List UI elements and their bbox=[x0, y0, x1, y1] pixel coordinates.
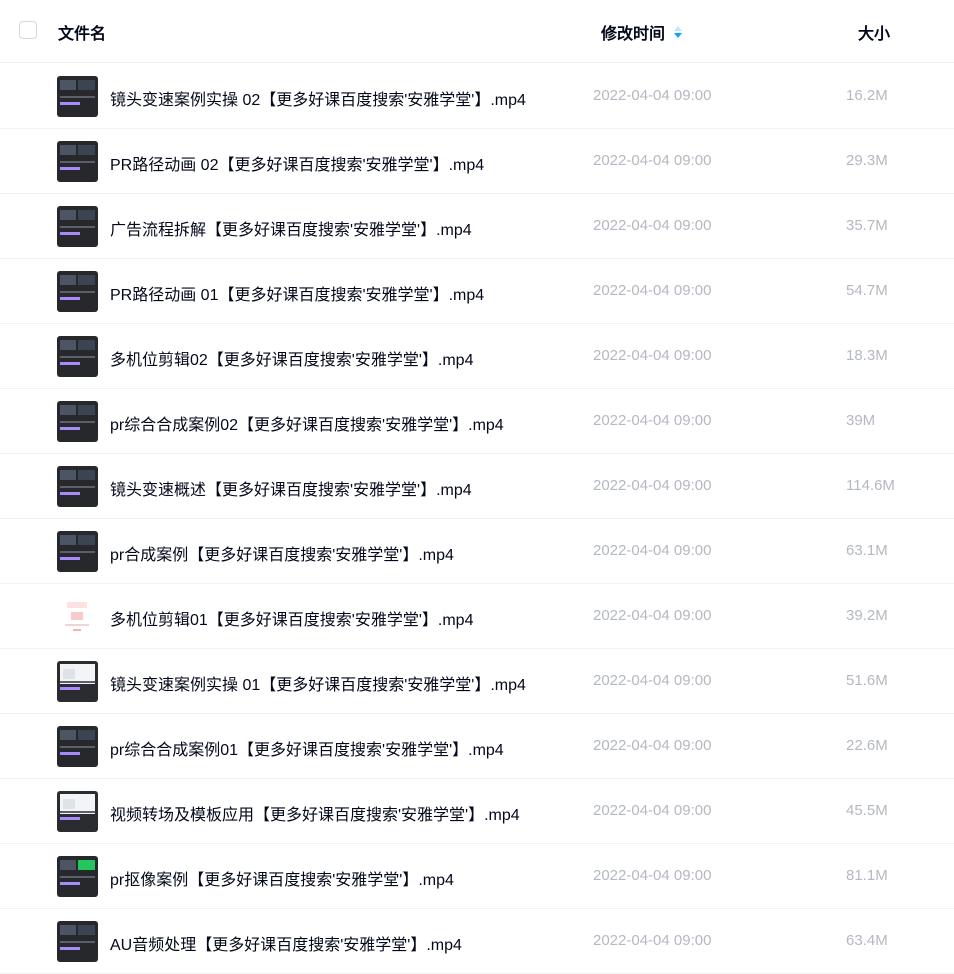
file-modified-time: 2022-04-04 09:00 bbox=[593, 932, 712, 949]
file-size: 114.6M bbox=[846, 477, 895, 494]
file-modified-time: 2022-04-04 09:00 bbox=[593, 867, 712, 884]
select-all-checkbox[interactable] bbox=[19, 21, 37, 39]
video-thumbnail bbox=[57, 141, 98, 182]
sort-updown-icon[interactable] bbox=[673, 25, 683, 39]
file-row[interactable]: 镜头变速概述【更多好课百度搜索'安雅学堂'】.mp4 2022-04-04 09… bbox=[0, 454, 954, 519]
video-thumbnail bbox=[57, 921, 98, 962]
file-modified-time: 2022-04-04 09:00 bbox=[593, 217, 712, 234]
file-row[interactable]: PR路径动画 01【更多好课百度搜索'安雅学堂'】.mp4 2022-04-04… bbox=[0, 259, 954, 324]
file-name[interactable]: pr综合合成案例01【更多好课百度搜索'安雅学堂'】.mp4 bbox=[110, 736, 504, 760]
video-thumbnail bbox=[57, 336, 98, 377]
file-row[interactable]: PR路径动画 02【更多好课百度搜索'安雅学堂'】.mp4 2022-04-04… bbox=[0, 129, 954, 194]
column-header-modified-time[interactable]: 修改时间 bbox=[601, 20, 665, 44]
file-name[interactable]: 视频转场及模板应用【更多好课百度搜索'安雅学堂'】.mp4 bbox=[110, 801, 520, 825]
file-size: 63.1M bbox=[846, 542, 888, 559]
file-list: 镜头变速案例实操 02【更多好课百度搜索'安雅学堂'】.mp4 2022-04-… bbox=[0, 64, 954, 974]
file-size: 39.2M bbox=[846, 607, 888, 624]
file-size: 18.3M bbox=[846, 347, 888, 364]
file-modified-time: 2022-04-04 09:00 bbox=[593, 477, 712, 494]
video-thumbnail bbox=[57, 466, 98, 507]
file-name[interactable]: 多机位剪辑01【更多好课百度搜索'安雅学堂'】.mp4 bbox=[110, 606, 473, 630]
video-thumbnail bbox=[57, 206, 98, 247]
file-name[interactable]: PR路径动画 01【更多好课百度搜索'安雅学堂'】.mp4 bbox=[110, 281, 484, 305]
file-modified-time: 2022-04-04 09:00 bbox=[593, 87, 712, 104]
file-modified-time: 2022-04-04 09:00 bbox=[593, 672, 712, 689]
file-row[interactable]: 镜头变速案例实操 02【更多好课百度搜索'安雅学堂'】.mp4 2022-04-… bbox=[0, 64, 954, 129]
file-row[interactable]: pr综合合成案例02【更多好课百度搜索'安雅学堂'】.mp4 2022-04-0… bbox=[0, 389, 954, 454]
file-name[interactable]: 广告流程拆解【更多好课百度搜索'安雅学堂'】.mp4 bbox=[110, 216, 472, 240]
column-header-filename[interactable]: 文件名 bbox=[58, 20, 106, 44]
file-name[interactable]: pr综合合成案例02【更多好课百度搜索'安雅学堂'】.mp4 bbox=[110, 411, 504, 435]
file-row[interactable]: 多机位剪辑01【更多好课百度搜索'安雅学堂'】.mp4 2022-04-04 0… bbox=[0, 584, 954, 649]
file-modified-time: 2022-04-04 09:00 bbox=[593, 347, 712, 364]
file-row[interactable]: 多机位剪辑02【更多好课百度搜索'安雅学堂'】.mp4 2022-04-04 0… bbox=[0, 324, 954, 389]
file-size: 45.5M bbox=[846, 802, 888, 819]
file-row[interactable]: 广告流程拆解【更多好课百度搜索'安雅学堂'】.mp4 2022-04-04 09… bbox=[0, 194, 954, 259]
file-size: 81.1M bbox=[846, 867, 888, 884]
file-name[interactable]: pr抠像案例【更多好课百度搜索'安雅学堂'】.mp4 bbox=[110, 866, 454, 890]
file-name[interactable]: 镜头变速案例实操 01【更多好课百度搜索'安雅学堂'】.mp4 bbox=[110, 671, 526, 695]
file-size: 35.7M bbox=[846, 217, 888, 234]
file-modified-time: 2022-04-04 09:00 bbox=[593, 542, 712, 559]
file-modified-time: 2022-04-04 09:00 bbox=[593, 607, 712, 624]
file-modified-time: 2022-04-04 09:00 bbox=[593, 282, 712, 299]
file-size: 29.3M bbox=[846, 152, 888, 169]
file-list-header: 文件名 修改时间 大小 bbox=[0, 0, 954, 63]
video-thumbnail bbox=[57, 76, 98, 117]
file-name[interactable]: pr合成案例【更多好课百度搜索'安雅学堂'】.mp4 bbox=[110, 541, 454, 565]
file-name[interactable]: 镜头变速案例实操 02【更多好课百度搜索'安雅学堂'】.mp4 bbox=[110, 86, 526, 110]
file-size: 39M bbox=[846, 412, 876, 429]
file-row[interactable]: 视频转场及模板应用【更多好课百度搜索'安雅学堂'】.mp4 2022-04-04… bbox=[0, 779, 954, 844]
file-modified-time: 2022-04-04 09:00 bbox=[593, 412, 712, 429]
video-thumbnail bbox=[57, 856, 98, 897]
file-row[interactable]: pr抠像案例【更多好课百度搜索'安雅学堂'】.mp4 2022-04-04 09… bbox=[0, 844, 954, 909]
file-size: 51.6M bbox=[846, 672, 888, 689]
video-thumbnail bbox=[57, 401, 98, 442]
file-modified-time: 2022-04-04 09:00 bbox=[593, 152, 712, 169]
video-thumbnail bbox=[57, 531, 98, 572]
file-name[interactable]: PR路径动画 02【更多好课百度搜索'安雅学堂'】.mp4 bbox=[110, 151, 484, 175]
file-name[interactable]: 多机位剪辑02【更多好课百度搜索'安雅学堂'】.mp4 bbox=[110, 346, 473, 370]
file-size: 63.4M bbox=[846, 932, 888, 949]
file-row[interactable]: pr综合合成案例01【更多好课百度搜索'安雅学堂'】.mp4 2022-04-0… bbox=[0, 714, 954, 779]
file-row[interactable]: pr合成案例【更多好课百度搜索'安雅学堂'】.mp4 2022-04-04 09… bbox=[0, 519, 954, 584]
file-size: 16.2M bbox=[846, 87, 888, 104]
video-thumbnail bbox=[57, 661, 98, 702]
video-thumbnail bbox=[57, 596, 98, 637]
file-name[interactable]: AU音频处理【更多好课百度搜索'安雅学堂'】.mp4 bbox=[110, 931, 462, 955]
video-thumbnail bbox=[57, 271, 98, 312]
file-name[interactable]: 镜头变速概述【更多好课百度搜索'安雅学堂'】.mp4 bbox=[110, 476, 472, 500]
file-row[interactable]: 镜头变速案例实操 01【更多好课百度搜索'安雅学堂'】.mp4 2022-04-… bbox=[0, 649, 954, 714]
video-thumbnail bbox=[57, 726, 98, 767]
file-size: 54.7M bbox=[846, 282, 888, 299]
column-header-size[interactable]: 大小 bbox=[858, 20, 890, 44]
file-size: 22.6M bbox=[846, 737, 888, 754]
video-thumbnail bbox=[57, 791, 98, 832]
file-modified-time: 2022-04-04 09:00 bbox=[593, 802, 712, 819]
file-modified-time: 2022-04-04 09:00 bbox=[593, 737, 712, 754]
file-row[interactable]: AU音频处理【更多好课百度搜索'安雅学堂'】.mp4 2022-04-04 09… bbox=[0, 909, 954, 974]
